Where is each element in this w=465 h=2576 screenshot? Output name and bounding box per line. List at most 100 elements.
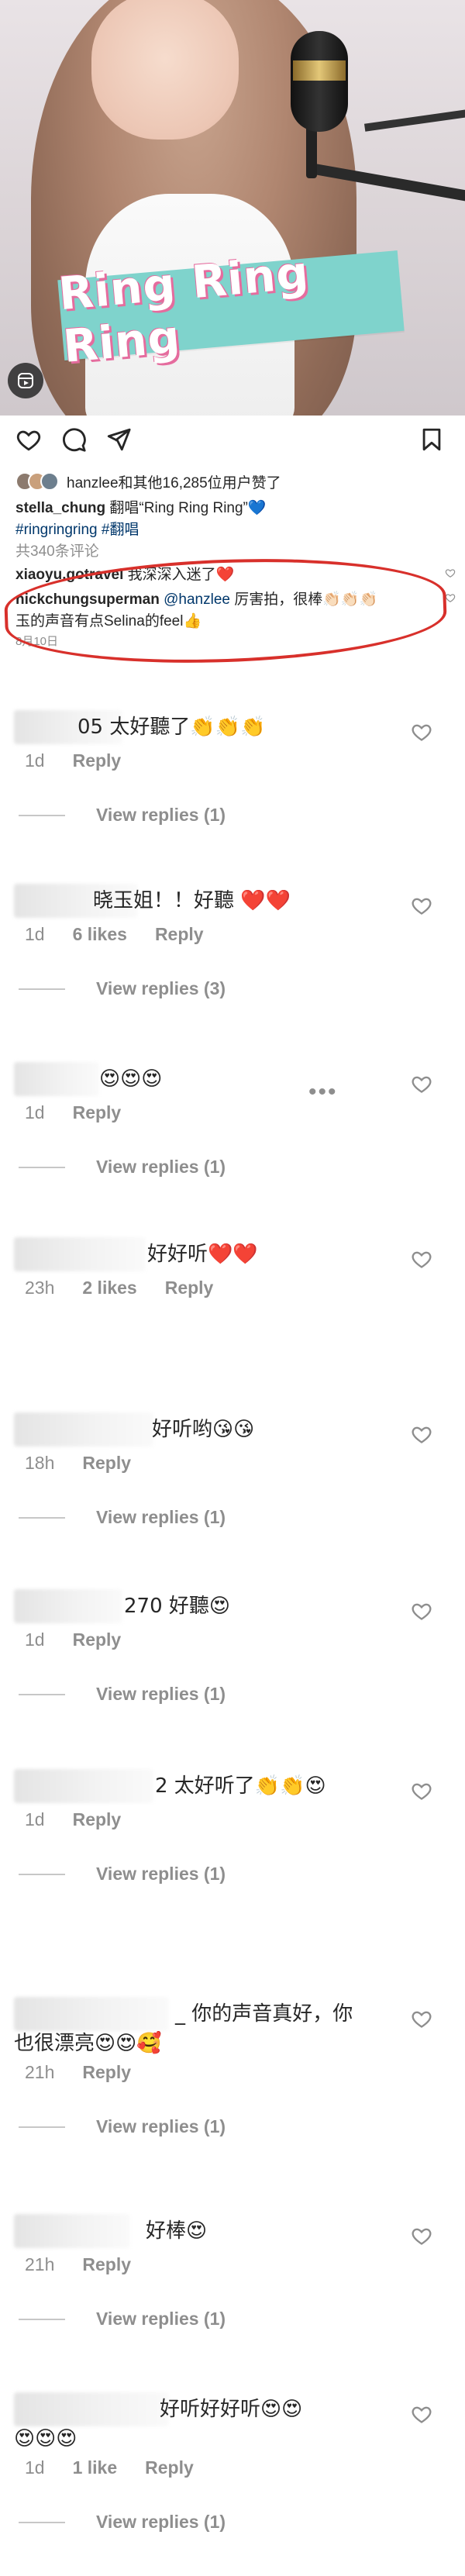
- more-options-icon[interactable]: •••: [308, 1079, 338, 1105]
- heart-icon[interactable]: [16, 426, 42, 453]
- replies-divider: [19, 2521, 65, 2523]
- song-title-banner: Ring Ring Ring: [57, 246, 405, 373]
- comment-time: 21h: [25, 2254, 55, 2274]
- heart-icon[interactable]: [411, 721, 432, 743]
- heart-icon[interactable]: [411, 1073, 432, 1095]
- comment-meta: 1d Reply: [25, 1809, 121, 1830]
- view-replies-link[interactable]: View replies (1): [19, 2512, 226, 2533]
- comment-text: 好听哟😘😘: [152, 1418, 255, 1441]
- comment-time: 23h: [25, 1278, 55, 1298]
- liked-by-row[interactable]: hanzlee和其他16,285位用户赞了: [16, 470, 281, 493]
- comment-likes[interactable]: 6 likes: [73, 924, 127, 945]
- comment-time: 1d: [25, 2457, 45, 2478]
- view-replies-link[interactable]: View replies (1): [19, 1864, 226, 1885]
- comment-text: 😍😍😍: [99, 1067, 163, 1091]
- liker-avatars: [16, 472, 59, 491]
- replies-divider: [19, 1516, 65, 1519]
- reply-button[interactable]: Reply: [73, 1102, 122, 1123]
- view-replies-link[interactable]: View replies (3): [19, 978, 226, 999]
- view-replies-label[interactable]: View replies (1): [96, 1507, 226, 1528]
- comment-username-blurred[interactable]: [14, 1412, 153, 1447]
- heart-icon[interactable]: [411, 1600, 432, 1622]
- view-replies-link[interactable]: View replies (1): [19, 805, 226, 826]
- replies-divider: [19, 1693, 65, 1695]
- comment-time: 1d: [25, 924, 45, 944]
- heart-icon[interactable]: [411, 2225, 432, 2247]
- share-icon[interactable]: [105, 426, 132, 453]
- reply-button[interactable]: Reply: [145, 2457, 194, 2478]
- comment-meta: 1d Reply: [25, 1629, 121, 1650]
- caption-text: 翻唱“Ring Ring Ring”💙: [105, 500, 267, 516]
- reply-button[interactable]: Reply: [82, 2062, 131, 2083]
- heart-icon[interactable]: [411, 1780, 432, 1802]
- replies-divider: [19, 2318, 65, 2320]
- comment-likes[interactable]: 1 like: [73, 2457, 118, 2478]
- view-all-comments-link[interactable]: 共340条评论: [16, 540, 99, 560]
- comment-username-blurred[interactable]: [14, 1769, 153, 1803]
- reply-button[interactable]: Reply: [73, 1629, 122, 1650]
- comment-username-blurred[interactable]: [14, 1237, 146, 1271]
- comment-likes[interactable]: 2 likes: [82, 1278, 136, 1298]
- view-replies-link[interactable]: View replies (1): [19, 1157, 226, 1178]
- view-replies-label[interactable]: View replies (1): [96, 2512, 226, 2533]
- comment-meta: 1d Reply: [25, 1102, 121, 1123]
- heart-icon[interactable]: [445, 592, 456, 603]
- reply-button[interactable]: Reply: [165, 1278, 214, 1298]
- bookmark-icon[interactable]: [418, 426, 445, 453]
- caption-hashtags[interactable]: #ringringring #翻唱: [16, 518, 139, 539]
- heart-icon[interactable]: [445, 567, 456, 578]
- view-replies-label[interactable]: View replies (1): [96, 2116, 226, 2137]
- replies-divider: [19, 988, 65, 990]
- view-replies-label[interactable]: View replies (1): [96, 1684, 226, 1705]
- heart-icon[interactable]: [411, 895, 432, 916]
- heart-icon[interactable]: [411, 2403, 432, 2425]
- comment-time: 1d: [25, 750, 45, 771]
- comment-time: 21h: [25, 2062, 55, 2082]
- post-photo[interactable]: Ring Ring Ring: [0, 0, 465, 416]
- comment-username-blurred[interactable]: [14, 1589, 122, 1623]
- comment-text: 晓玉姐！！好聽 ❤️❤️: [93, 889, 291, 912]
- heart-icon[interactable]: [411, 1248, 432, 1270]
- view-replies-link[interactable]: View replies (1): [19, 2309, 226, 2329]
- comment-meta: 18h Reply: [25, 1453, 131, 1474]
- microphone: [291, 31, 348, 132]
- comment-meta: 1d 1 like Reply: [25, 2457, 194, 2478]
- caption-username[interactable]: stella_chung: [16, 500, 105, 516]
- reply-button[interactable]: Reply: [82, 2254, 131, 2275]
- reply-button[interactable]: Reply: [73, 1809, 122, 1830]
- reply-button[interactable]: Reply: [155, 924, 204, 945]
- comment-username-blurred[interactable]: [14, 1997, 169, 2031]
- heart-icon[interactable]: [411, 1423, 432, 1445]
- comment-text: 05 太好聽了👏👏👏: [78, 716, 266, 739]
- comment-meta: 23h 2 likes Reply: [25, 1278, 213, 1298]
- comment-username-blurred[interactable]: [14, 1062, 99, 1096]
- comment-text: _ 你的声音真好，你: [175, 2002, 353, 2026]
- view-replies-label[interactable]: View replies (3): [96, 978, 226, 999]
- comment-text: 270 好聽😍: [124, 1595, 230, 1618]
- reply-button[interactable]: Reply: [82, 1453, 131, 1474]
- liked-by-text: hanzlee和其他16,285位用户赞了: [67, 474, 281, 491]
- comment-time: 1d: [25, 1629, 45, 1650]
- comment-icon[interactable]: [60, 426, 87, 453]
- comment-text-continued: 😍😍😍: [14, 2427, 78, 2450]
- view-replies-label[interactable]: View replies (1): [96, 805, 226, 826]
- comment-username-blurred[interactable]: [14, 2214, 130, 2248]
- view-replies-label[interactable]: View replies (1): [96, 1157, 226, 1178]
- comment-meta: 1d 6 likes Reply: [25, 924, 204, 945]
- view-replies-link[interactable]: View replies (1): [19, 1684, 226, 1705]
- view-replies-link[interactable]: View replies (1): [19, 2116, 226, 2137]
- comment-text: 好听好好听😍😍: [160, 2398, 303, 2421]
- comment-meta: 21h Reply: [25, 2254, 131, 2275]
- comment-meta: 21h Reply: [25, 2062, 131, 2083]
- view-replies-label[interactable]: View replies (1): [96, 1864, 226, 1885]
- comment-meta: 1d Reply: [25, 750, 121, 771]
- post-action-bar: [0, 416, 465, 462]
- microphone-band: [293, 60, 346, 81]
- comment-username-blurred[interactable]: [14, 2392, 169, 2426]
- heart-icon[interactable]: [411, 2008, 432, 2029]
- reels-icon[interactable]: [8, 363, 43, 398]
- view-replies-link[interactable]: View replies (1): [19, 1507, 226, 1528]
- view-replies-label[interactable]: View replies (1): [96, 2309, 226, 2329]
- comment-time: 1d: [25, 1809, 45, 1829]
- reply-button[interactable]: Reply: [73, 750, 122, 771]
